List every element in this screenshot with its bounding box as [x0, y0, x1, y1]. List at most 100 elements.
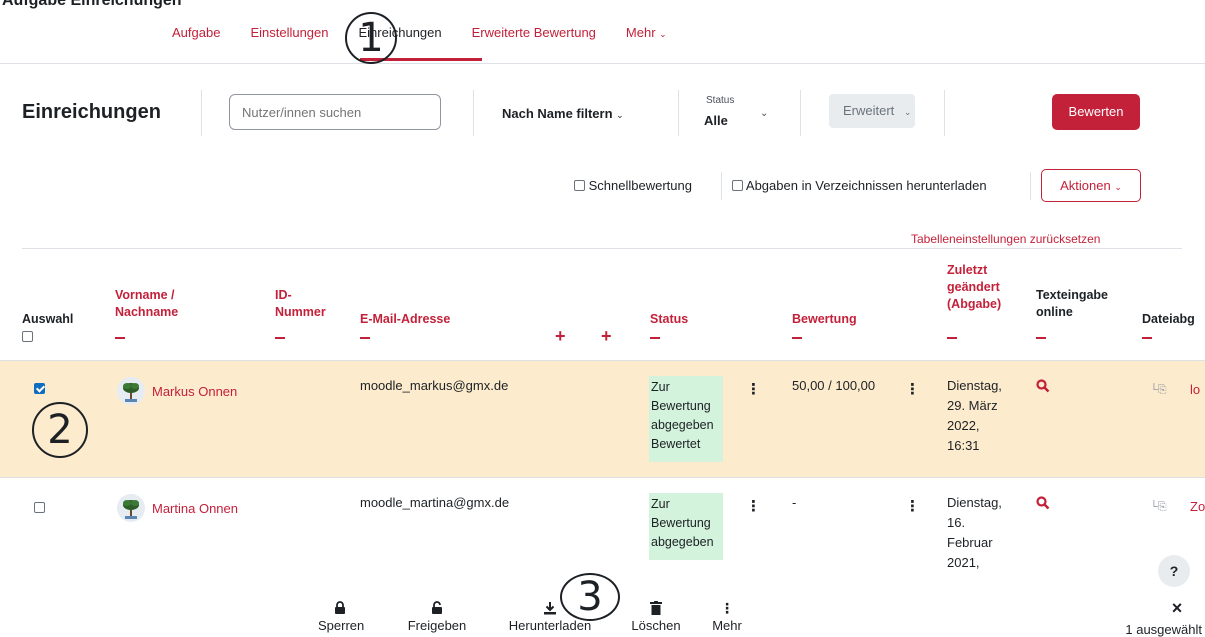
row-select-checkbox[interactable] — [34, 383, 45, 394]
collapse-column-icon[interactable] — [275, 337, 285, 339]
status-line: Bewertet — [651, 437, 701, 451]
lock-icon — [335, 601, 345, 614]
header-last-modified[interactable]: Zuletzt geändert (Abgabe) — [947, 262, 1001, 313]
divider — [678, 90, 679, 136]
annotation-circle-1: 1 — [345, 12, 397, 64]
download-folders-label: Abgaben in Verzeichnissen herunterladen — [745, 178, 987, 193]
header-name[interactable]: Vorname / Nachname — [115, 287, 178, 321]
header-modified-line: geändert — [947, 280, 1000, 294]
download-folders-checkbox[interactable] — [732, 180, 743, 191]
chevron-down-icon: ⌄ — [903, 107, 912, 117]
tab-mehr[interactable]: Mehr ⌄ — [626, 25, 667, 40]
name-filter-dropdown[interactable]: Nach Name filtern ⌄ — [502, 106, 624, 121]
grade-cell: 50,00 / 100,00 — [792, 378, 876, 393]
email-cell: moodle_markus@gmx.de — [360, 378, 509, 393]
status-line: abgegeben — [651, 535, 714, 549]
unlock-label: Freigeben — [407, 618, 467, 633]
status-line: Zur — [651, 497, 670, 511]
divider — [721, 172, 722, 200]
status-menu-icon[interactable]: ⋮ — [746, 380, 761, 398]
date-line: Dienstag, — [947, 378, 1002, 393]
header-modified-line: Zuletzt — [947, 263, 988, 277]
lock-button[interactable]: Sperren — [318, 600, 365, 633]
header-text-line: Texteingabe — [1036, 288, 1109, 302]
tab-mehr-label: Mehr — [625, 25, 656, 40]
help-button[interactable]: ? — [1158, 555, 1190, 587]
secondary-navigation: Aufgabe Einstellungen Einreichungen Erwe… — [172, 25, 697, 40]
download-folders-option[interactable]: Abgaben in Verzeichnissen herunterladen — [732, 178, 987, 193]
row-select-checkbox[interactable] — [34, 502, 45, 513]
collapse-column-icon[interactable] — [792, 337, 802, 339]
status-filter-label: Status — [706, 95, 735, 106]
expand-column-icon[interactable]: + — [555, 326, 566, 347]
date-line: 16:31 — [947, 438, 980, 453]
tab-aufgabe[interactable]: Aufgabe — [172, 25, 220, 40]
collapse-column-icon[interactable] — [115, 337, 125, 339]
header-id-line: ID- — [275, 288, 292, 302]
status-badge: Zur Bewertung abgegeben — [649, 493, 723, 560]
status-line: Bewertung — [651, 399, 711, 413]
selected-count: 1 ausgewählt — [1125, 622, 1202, 637]
chevron-down-icon[interactable]: ⌄ — [760, 108, 768, 119]
grade-menu-icon[interactable]: ⋮ — [905, 380, 920, 398]
tab-erweiterte-bewertung[interactable]: Erweiterte Bewertung — [472, 25, 596, 40]
header-status[interactable]: Status — [650, 311, 688, 328]
quick-grading-option[interactable]: Schnellbewertung — [574, 178, 692, 193]
advanced-label: Erweitert — [843, 103, 895, 118]
unlock-button[interactable]: Freigeben — [399, 600, 475, 633]
magnifier-icon[interactable] — [1036, 379, 1050, 393]
header-online-text: Texteingabe online — [1036, 287, 1108, 321]
chevron-down-icon: ⌄ — [616, 110, 624, 120]
grade-menu-icon[interactable]: ⋮ — [905, 497, 920, 515]
header-id[interactable]: ID- Nummer — [275, 287, 326, 321]
header-select: Auswahl — [22, 312, 74, 326]
chevron-down-icon: ⌄ — [659, 29, 667, 39]
status-menu-icon[interactable]: ⋮ — [746, 497, 761, 515]
lock-label: Sperren — [318, 618, 365, 633]
page-title: Einreichungen — [22, 101, 161, 123]
header-email[interactable]: E-Mail-Adresse — [360, 311, 450, 328]
status-filter-value[interactable]: Alle — [704, 113, 728, 128]
quick-grading-checkbox[interactable] — [574, 180, 585, 191]
file-tree-icon: └⎘ — [1150, 384, 1167, 396]
actions-dropdown[interactable]: Aktionen ⌄ — [1041, 169, 1141, 202]
more-label: Mehr — [712, 618, 742, 633]
status-line: Bewertung — [651, 516, 711, 530]
download-icon — [544, 602, 556, 615]
grade-button[interactable]: Bewerten — [1052, 94, 1140, 130]
unlock-icon — [432, 601, 442, 614]
trash-icon — [650, 601, 662, 615]
more-button[interactable]: ⋮ Mehr — [706, 600, 748, 633]
actions-label: Aktionen — [1060, 178, 1111, 193]
email-cell: moodle_martina@gmx.de — [360, 495, 510, 510]
collapse-column-icon[interactable] — [650, 337, 660, 339]
expand-column-icon[interactable]: + — [601, 326, 612, 347]
annotation-circle-3: 3 — [560, 573, 620, 621]
collapse-column-icon[interactable] — [947, 337, 957, 339]
close-icon[interactable]: × — [1167, 598, 1187, 619]
student-name-link[interactable]: Markus Onnen — [152, 382, 237, 402]
header-modified-line: (Abgabe) — [947, 297, 1002, 311]
header-grade[interactable]: Bewertung — [792, 311, 857, 328]
select-all-checkbox[interactable] — [22, 331, 33, 342]
kebab-icon: ⋮ — [720, 600, 734, 616]
collapse-column-icon[interactable] — [1036, 337, 1046, 339]
file-link[interactable]: lo — [1190, 380, 1200, 400]
delete-button[interactable]: Löschen — [626, 600, 686, 633]
tab-einstellungen[interactable]: Einstellungen — [250, 25, 328, 40]
header-name-line: Nachname — [115, 305, 179, 319]
last-modified-cell: Dienstag, 16. Februar 2021, — [947, 493, 1002, 573]
status-line: Zur — [651, 380, 670, 394]
collapse-column-icon[interactable] — [1142, 337, 1152, 339]
magnifier-icon[interactable] — [1036, 496, 1050, 510]
file-tree-icon: └⎘ — [1150, 501, 1167, 513]
annotation-circle-2: 2 — [32, 402, 88, 458]
reset-table-link[interactable]: Tabelleneinstellungen zurücksetzen — [911, 232, 1100, 246]
file-link[interactable]: Zo — [1190, 497, 1205, 517]
collapse-column-icon[interactable] — [360, 337, 370, 339]
header-text-line: online — [1036, 305, 1073, 319]
search-input[interactable] — [229, 94, 441, 130]
header-file-submission: Dateiabg — [1142, 312, 1195, 326]
advanced-filter-dropdown[interactable]: Erweitert ⌄ — [829, 94, 915, 128]
student-name-link[interactable]: Martina Onnen — [152, 499, 238, 519]
